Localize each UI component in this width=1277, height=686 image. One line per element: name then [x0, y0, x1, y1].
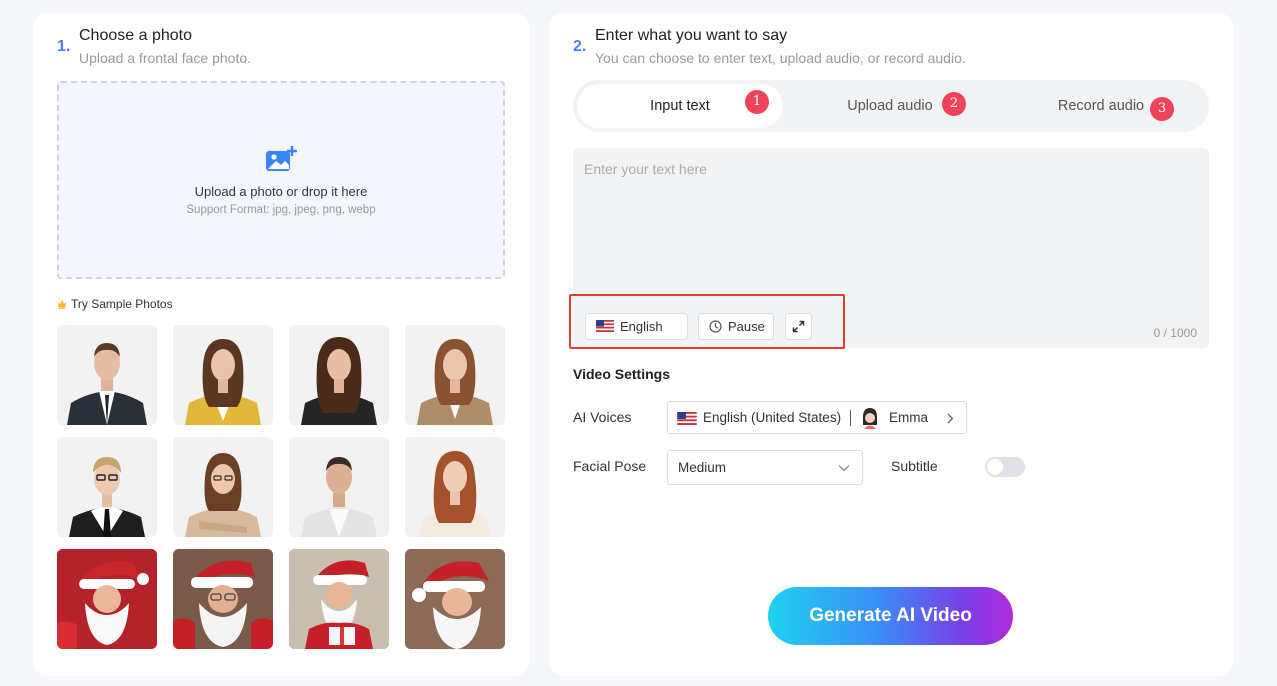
- ai-voices-label: AI Voices: [573, 409, 632, 425]
- chevron-down-icon: [838, 465, 850, 472]
- sample-photo[interactable]: [289, 437, 389, 537]
- divider: [850, 410, 851, 426]
- sample-photo[interactable]: [57, 325, 157, 425]
- chevron-right-icon: [947, 413, 954, 424]
- sample-photos-text: Try Sample Photos: [71, 297, 173, 311]
- sample-photos-label: Try Sample Photos: [57, 297, 173, 311]
- upload-format-hint: Support Format: jpg, jpeg, png, webp: [186, 204, 376, 216]
- generate-video-button[interactable]: Generate AI Video: [768, 587, 1013, 645]
- section-title: Choose a photo: [79, 27, 192, 44]
- upload-instructions: Upload a photo or drop it here: [194, 184, 368, 199]
- subtitle-label: Subtitle: [891, 458, 938, 474]
- input-mode-tabs: Input text 1 Upload audio 2 Record audio…: [573, 80, 1209, 132]
- tab-label: Upload audio: [847, 98, 933, 114]
- tab-label: Input text: [650, 98, 710, 114]
- step-number: 2.: [573, 38, 587, 55]
- sample-photo[interactable]: [405, 549, 505, 649]
- sample-photo[interactable]: [57, 549, 157, 649]
- voice-name: Emma: [889, 410, 929, 425]
- video-settings-title: Video Settings: [573, 366, 670, 382]
- sample-photo[interactable]: [173, 437, 273, 537]
- choose-photo-panel: 1. Choose a photo Upload a frontal face …: [33, 13, 529, 676]
- voice-language: English (United States): [703, 410, 842, 425]
- step-badge: 2: [942, 92, 966, 116]
- sample-photo[interactable]: [173, 325, 273, 425]
- tab-label: Record audio: [1057, 98, 1145, 114]
- section-subtitle: You can choose to enter text, upload aud…: [595, 50, 966, 66]
- ai-voice-selector[interactable]: English (United States) Emma: [667, 401, 967, 434]
- sample-photo[interactable]: [289, 325, 389, 425]
- sample-photo[interactable]: [57, 437, 157, 537]
- photo-upload-dropzone[interactable]: Upload a photo or drop it here Support F…: [57, 81, 505, 279]
- step-number: 1.: [57, 38, 71, 55]
- sample-photo[interactable]: [405, 325, 505, 425]
- sample-photo[interactable]: [405, 437, 505, 537]
- subtitle-toggle[interactable]: [985, 457, 1025, 477]
- crown-icon: [58, 300, 66, 309]
- section-subtitle: Upload a frontal face photo.: [79, 50, 252, 66]
- facial-pose-select[interactable]: Medium: [667, 450, 863, 485]
- speech-text-input[interactable]: [573, 148, 1209, 288]
- section-title: Enter what you want to say: [595, 27, 788, 44]
- enter-speech-panel: 2. Enter what you want to say You can ch…: [549, 13, 1233, 676]
- facial-pose-value: Medium: [678, 460, 727, 475]
- sample-photo[interactable]: [289, 549, 389, 649]
- image-add-icon: [266, 146, 297, 171]
- highlight-annotation-box: [569, 294, 845, 349]
- avatar-icon: [863, 408, 877, 429]
- step-badge: 3: [1150, 97, 1174, 121]
- toggle-knob: [987, 459, 1003, 475]
- us-flag-icon: [677, 412, 697, 425]
- character-count: 0 / 1000: [1153, 326, 1197, 340]
- sample-photo[interactable]: [173, 549, 273, 649]
- step-badge: 1: [745, 90, 769, 114]
- facial-pose-label: Facial Pose: [573, 458, 647, 474]
